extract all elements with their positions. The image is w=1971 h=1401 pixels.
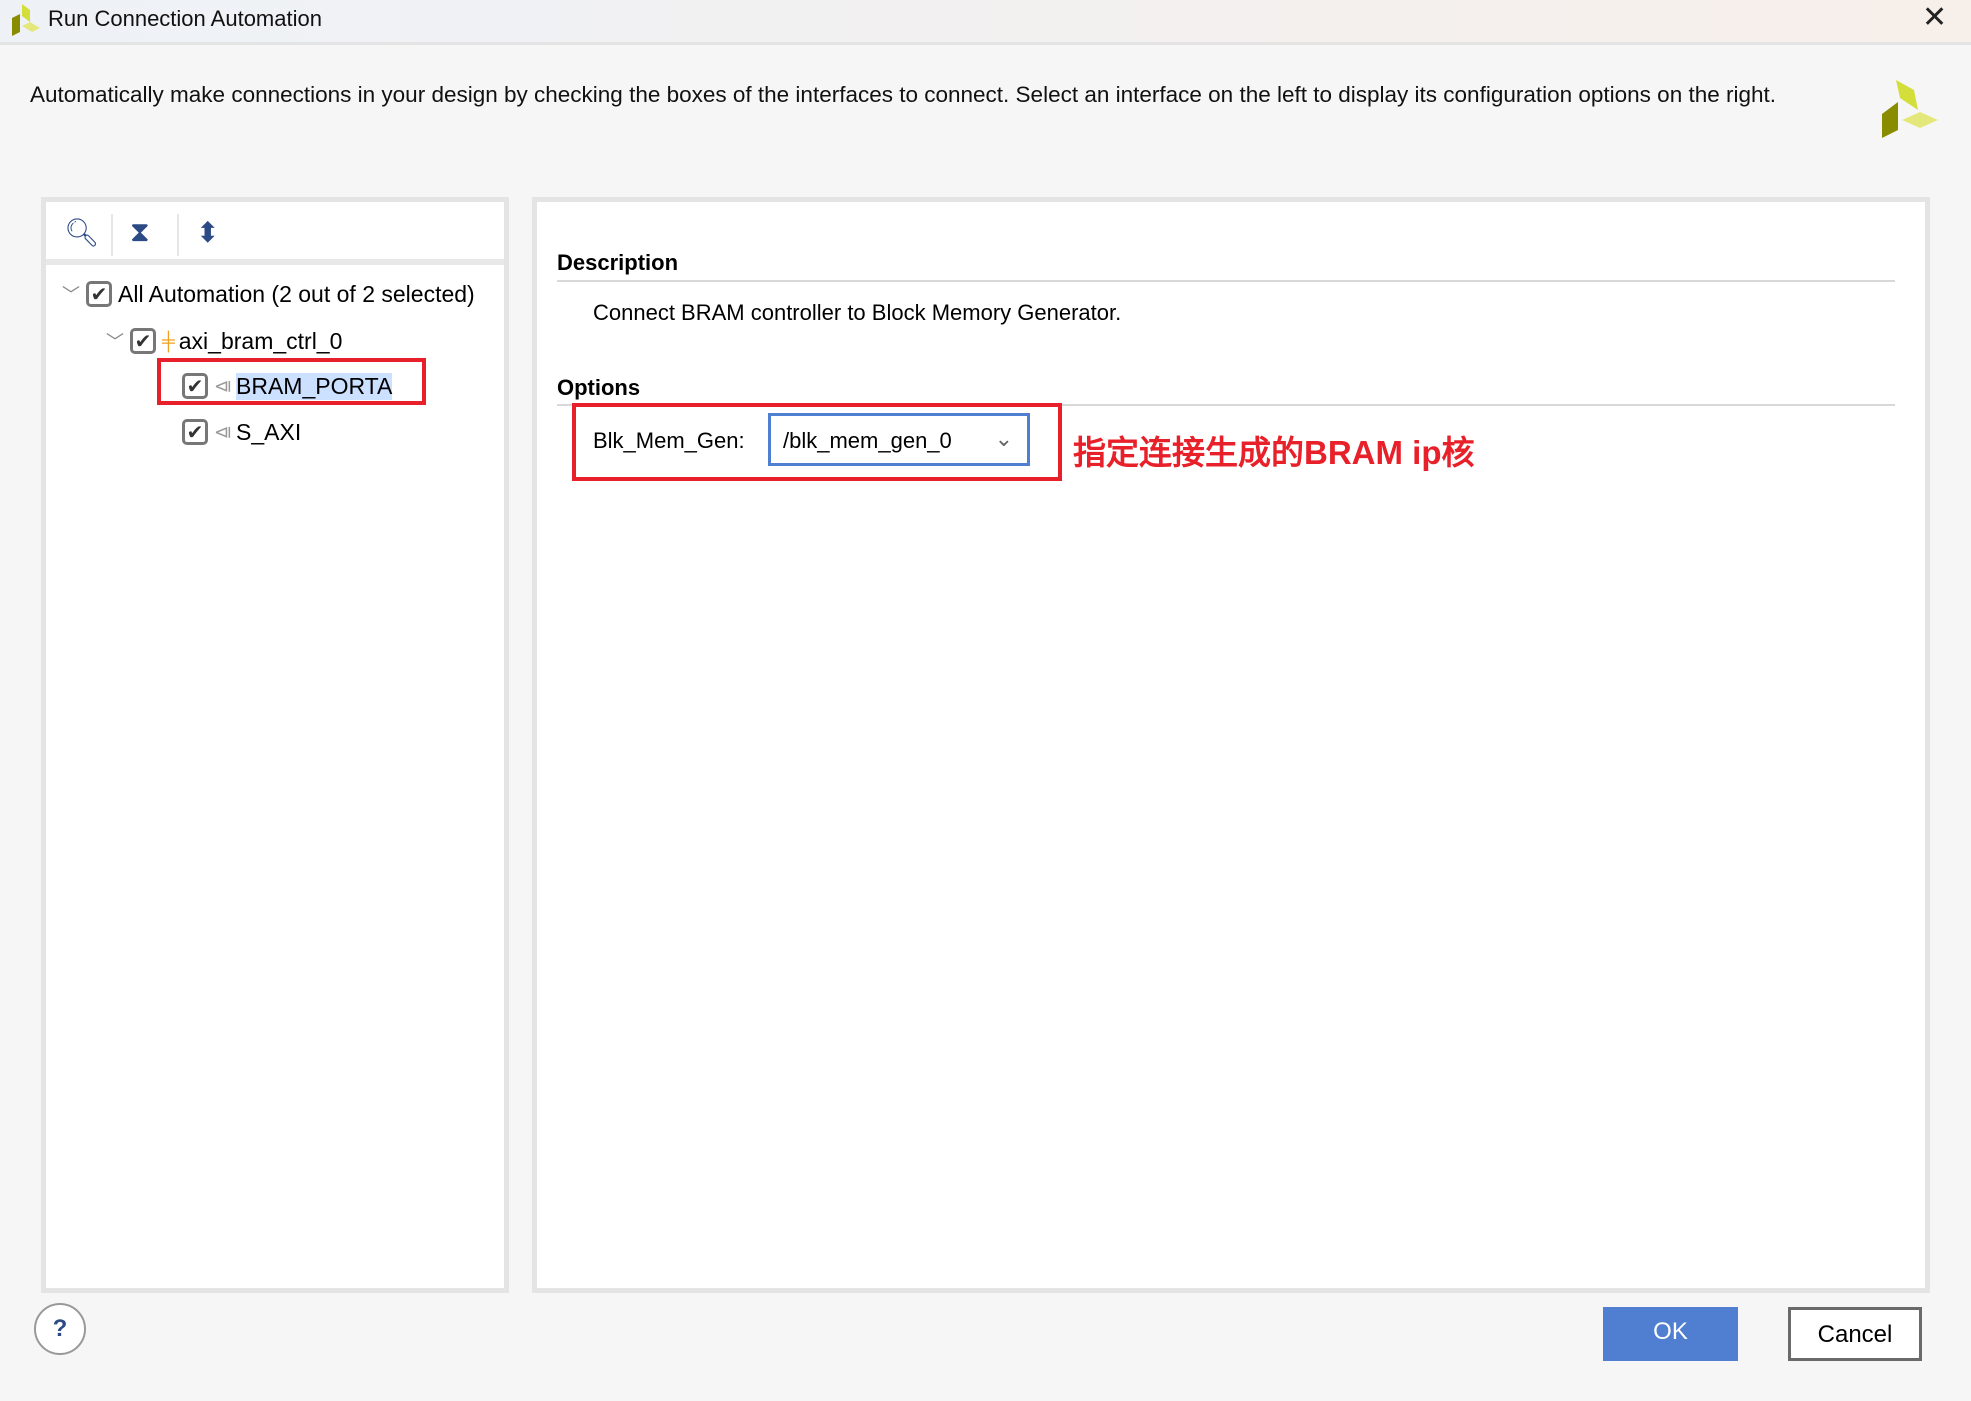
instructions-text: Automatically make connections in your d… [30, 82, 1777, 107]
vivado-logo-icon [12, 4, 40, 36]
vivado-logo-icon [1882, 80, 1938, 138]
highlight-box [572, 403, 1062, 481]
collapse-all-icon[interactable]: ⧗ [130, 216, 150, 249]
tree-toolbar: 🔍︎ ⧗ ⬍ [46, 202, 504, 265]
description-body: Connect BRAM controller to Block Memory … [593, 300, 1122, 325]
tree-root[interactable]: ﹀ ✔ All Automation (2 out of 2 selected) [56, 274, 475, 314]
expand-all-icon[interactable]: ⬍ [196, 216, 219, 249]
options-header: Options [557, 375, 641, 400]
ip-block-icon: ╪ [162, 330, 175, 351]
tree-item-label: axi_bram_ctrl_0 [178, 327, 343, 354]
window-title: Run Connection Automation [48, 6, 322, 31]
highlight-box [157, 358, 426, 405]
checkbox[interactable]: ✔ [86, 281, 112, 307]
interface-icon: ⧏ [214, 421, 232, 442]
checkbox[interactable]: ✔ [182, 419, 208, 445]
divider [557, 280, 1895, 282]
tree-item-label: All Automation (2 out of 2 selected) [118, 280, 475, 307]
tree-item-s-axi[interactable]: ✔ ⧏ S_AXI [182, 412, 301, 452]
cancel-button[interactable]: Cancel [1788, 1307, 1922, 1361]
description-header: Description [557, 250, 679, 275]
ok-button[interactable]: OK [1603, 1307, 1738, 1361]
tree-item-axi-bram-ctrl[interactable]: ﹀ ✔ ╪ axi_bram_ctrl_0 [100, 321, 342, 361]
close-icon[interactable]: ✕ [1922, 0, 1947, 35]
tree-item-label: S_AXI [236, 418, 302, 445]
configuration-panel: Description Connect BRAM controller to B… [532, 197, 1930, 1293]
annotation-text: 指定连接生成的BRAM ip核 [1073, 434, 1475, 471]
divider [177, 214, 179, 256]
title-bar: Run Connection Automation ✕ [0, 0, 1971, 45]
chevron-down-icon[interactable]: ﹀ [100, 328, 130, 354]
search-icon[interactable]: 🔍︎ [64, 216, 100, 249]
divider [111, 214, 113, 256]
help-button[interactable]: ? [34, 1303, 86, 1355]
checkbox[interactable]: ✔ [130, 328, 156, 354]
chevron-down-icon[interactable]: ﹀ [56, 281, 86, 307]
